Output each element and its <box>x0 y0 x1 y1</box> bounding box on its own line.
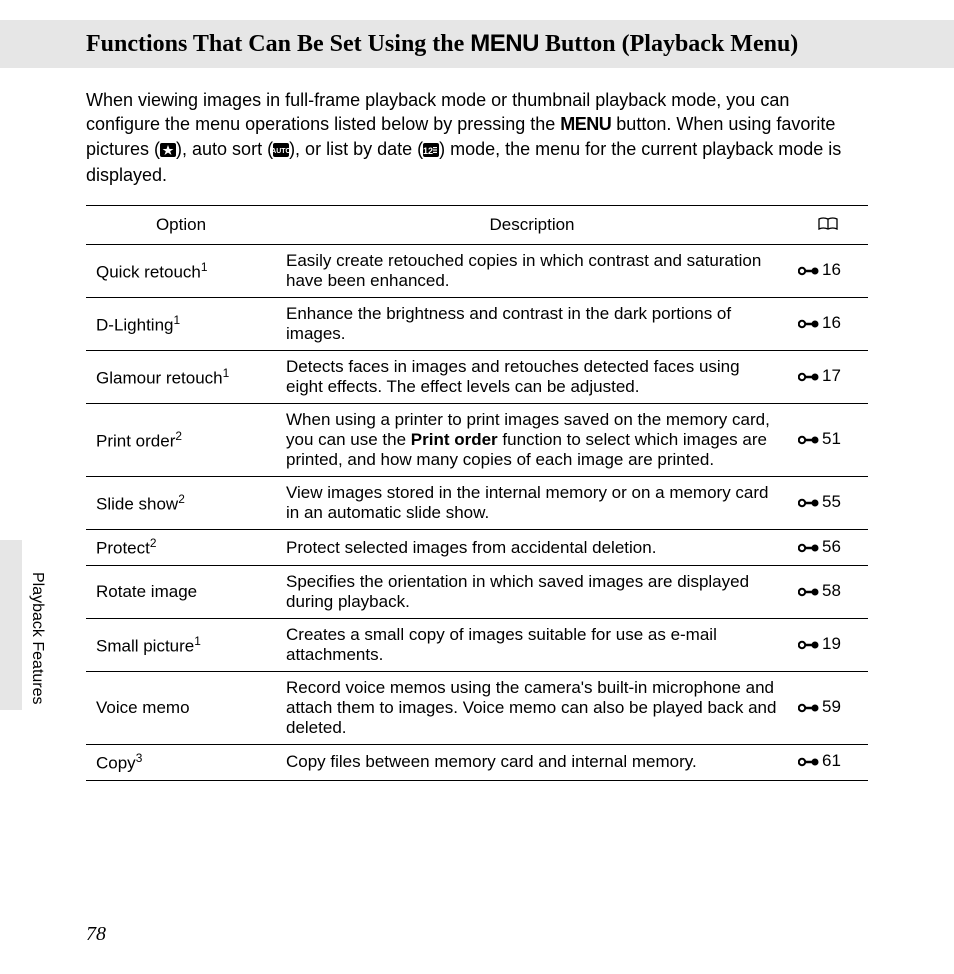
title-pre: Functions That Can Be Set Using the <box>86 31 470 57</box>
description-cell: Protect selected images from accidental … <box>276 530 788 566</box>
options-table: Option Description Quick retouch1Easily … <box>86 205 868 780</box>
table-row: Protect2Protect selected images from acc… <box>86 530 868 566</box>
reference-icon <box>798 539 820 559</box>
book-icon <box>818 216 838 236</box>
option-cell: Glamour retouch1 <box>86 351 276 404</box>
side-tab <box>0 540 22 710</box>
reference-icon <box>798 315 820 335</box>
title-menu-word: MENU <box>470 30 539 57</box>
reference-icon <box>798 262 820 282</box>
description-cell: Copy files between memory card and inter… <box>276 744 788 780</box>
table-header-row: Option Description <box>86 206 868 245</box>
reference-cell: 19 <box>788 618 868 671</box>
option-cell: D-Lighting1 <box>86 298 276 351</box>
content-area: When viewing images in full-frame playba… <box>0 68 954 781</box>
description-cell: Detects faces in images and retouches de… <box>276 351 788 404</box>
reference-icon <box>798 431 820 451</box>
description-cell: Enhance the brightness and contrast in t… <box>276 298 788 351</box>
svg-text:12: 12 <box>423 146 433 156</box>
table-row: Voice memoRecord voice memos using the c… <box>86 671 868 744</box>
reference-icon <box>798 636 820 656</box>
table-row: Copy3Copy files between memory card and … <box>86 744 868 780</box>
reference-cell: 51 <box>788 404 868 477</box>
option-cell: Voice memo <box>86 671 276 744</box>
reference-icon <box>798 494 820 514</box>
title-post: Button (Playback Menu) <box>539 31 798 57</box>
description-cell: Record voice memos using the camera's bu… <box>276 671 788 744</box>
description-cell: View images stored in the internal memor… <box>276 477 788 530</box>
description-cell: Specifies the orientation in which saved… <box>276 565 788 618</box>
description-cell: When using a printer to print images sav… <box>276 404 788 477</box>
list-by-date-icon: 12 <box>423 139 439 163</box>
reference-cell: 16 <box>788 245 868 298</box>
table-row: Quick retouch1Easily create retouched co… <box>86 245 868 298</box>
auto-sort-icon: AUTO <box>273 139 289 163</box>
option-cell: Copy3 <box>86 744 276 780</box>
table-row: Print order2When using a printer to prin… <box>86 404 868 477</box>
reference-cell: 58 <box>788 565 868 618</box>
option-cell: Protect2 <box>86 530 276 566</box>
reference-icon <box>798 699 820 719</box>
header-reference <box>788 206 868 245</box>
description-cell: Creates a small copy of images suitable … <box>276 618 788 671</box>
option-cell: Small picture1 <box>86 618 276 671</box>
page-title: Functions That Can Be Set Using the MENU… <box>0 20 954 68</box>
option-cell: Rotate image <box>86 565 276 618</box>
reference-cell: 56 <box>788 530 868 566</box>
table-row: Glamour retouch1Detects faces in images … <box>86 351 868 404</box>
page-number: 78 <box>86 923 106 946</box>
reference-icon <box>798 753 820 773</box>
header-option: Option <box>86 206 276 245</box>
option-cell: Print order2 <box>86 404 276 477</box>
table-row: Rotate imageSpecifies the orientation in… <box>86 565 868 618</box>
reference-cell: 55 <box>788 477 868 530</box>
intro-text-4: ), or list by date ( <box>289 139 423 159</box>
table-row: Small picture1Creates a small copy of im… <box>86 618 868 671</box>
reference-cell: 59 <box>788 671 868 744</box>
option-cell: Quick retouch1 <box>86 245 276 298</box>
intro-text-3: ), auto sort ( <box>176 139 273 159</box>
favorite-pictures-icon <box>160 139 176 163</box>
reference-cell: 61 <box>788 744 868 780</box>
reference-cell: 16 <box>788 298 868 351</box>
description-cell: Easily create retouched copies in which … <box>276 245 788 298</box>
intro-paragraph: When viewing images in full-frame playba… <box>86 88 868 187</box>
header-description: Description <box>276 206 788 245</box>
svg-text:AUTO: AUTO <box>273 148 289 155</box>
reference-icon <box>798 368 820 388</box>
section-label: Playback Features <box>28 572 46 705</box>
intro-menu-word: MENU <box>560 114 611 134</box>
option-cell: Slide show2 <box>86 477 276 530</box>
table-row: D-Lighting1Enhance the brightness and co… <box>86 298 868 351</box>
table-row: Slide show2View images stored in the int… <box>86 477 868 530</box>
reference-cell: 17 <box>788 351 868 404</box>
reference-icon <box>798 583 820 603</box>
